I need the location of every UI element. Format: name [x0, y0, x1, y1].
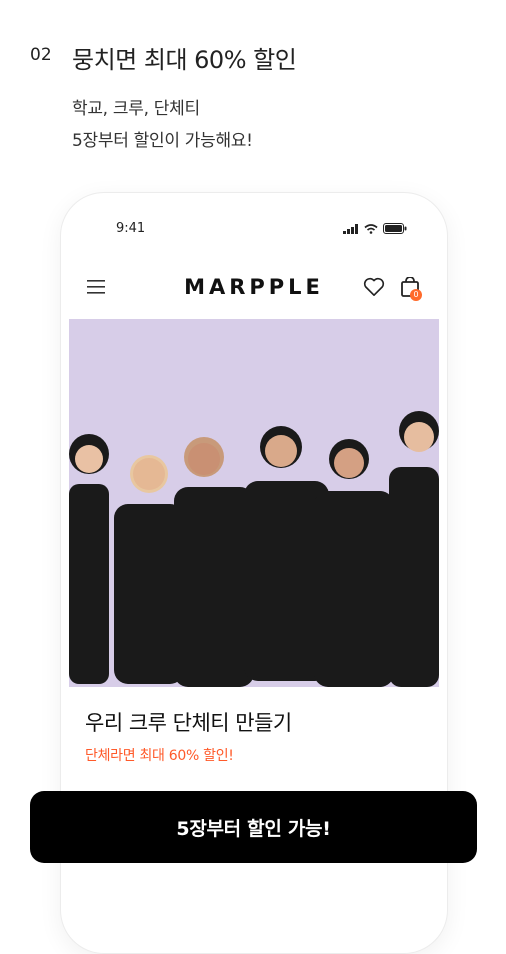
wifi-icon: [364, 223, 378, 234]
promo-headline: 뭉치면 최대 60% 할인: [72, 46, 297, 74]
promo-subtext-line1: 학교, 크루, 단체티: [72, 99, 200, 119]
card-title[interactable]: 우리 크루 단체티 만들기: [85, 707, 292, 737]
cta-button[interactable]: 5장부터 할인 가능!: [30, 791, 477, 863]
status-time: 9:41: [116, 221, 146, 236]
signal-icon: [343, 223, 358, 234]
step-number: 02: [30, 45, 52, 65]
status-icons: [343, 223, 407, 234]
hero-banner-image[interactable]: [69, 319, 439, 687]
cart-count-badge: 0: [410, 289, 422, 301]
card-subtitle: 단체라면 최대 60% 할인!: [85, 748, 234, 764]
battery-icon: [383, 223, 407, 234]
brand-logo[interactable]: MARPPLE: [61, 275, 447, 299]
promo-subtext-line2: 5장부터 할인이 가능해요!: [72, 131, 253, 151]
heart-icon[interactable]: [363, 277, 385, 297]
